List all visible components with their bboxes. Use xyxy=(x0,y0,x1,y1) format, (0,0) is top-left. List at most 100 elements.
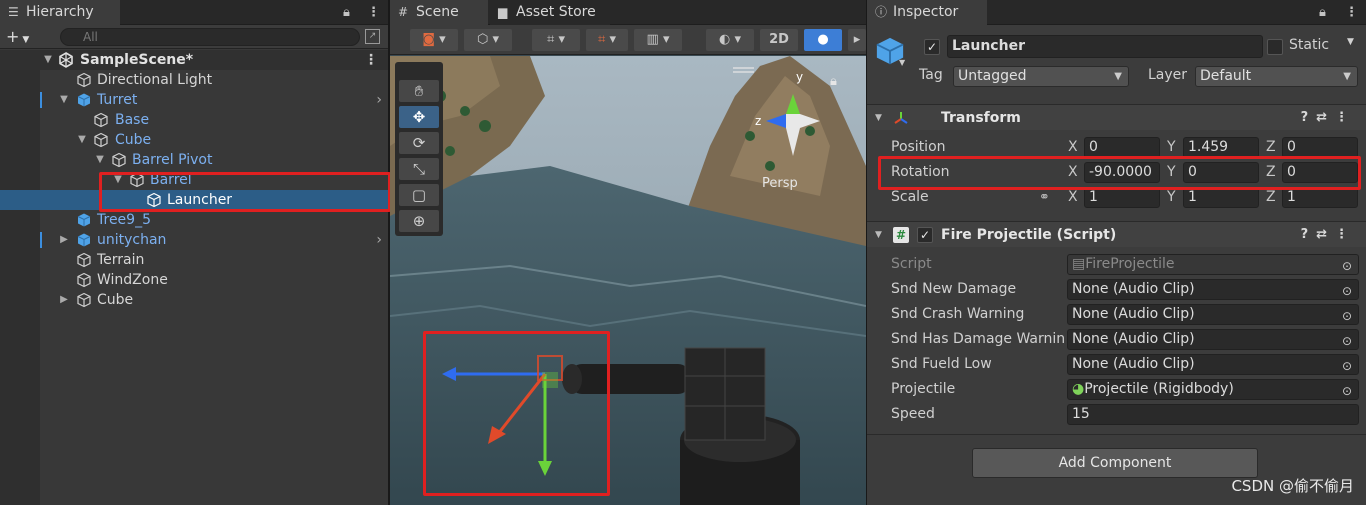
layer-dropdown[interactable]: Default ▼ xyxy=(1195,66,1358,87)
position-y-field[interactable]: 1.459 xyxy=(1183,137,1259,158)
audio-clip-field[interactable]: None (Audio Clip) ⊙ xyxy=(1067,304,1359,325)
transform-tool-icon[interactable]: ⊕ xyxy=(399,210,439,232)
scene-grid-icon: # xyxy=(398,5,409,19)
grid-visibility-dropdown[interactable]: ▥ ▾ xyxy=(634,29,682,51)
rect-tool-icon[interactable]: ▢ xyxy=(399,184,439,206)
script-icon: # xyxy=(893,227,909,243)
audio-clip-field[interactable]: None (Audio Clip) ⊙ xyxy=(1067,329,1359,350)
lighting-toggle-button[interactable]: ● xyxy=(804,29,842,51)
script-component-header[interactable]: ▼ # ✓ Fire Projectile (Script) ?⇄⋮ xyxy=(867,221,1366,247)
hand-tool-icon[interactable]: ✋︎ xyxy=(399,80,439,102)
hierarchy-row-cube-2[interactable]: ▶ Cube xyxy=(0,290,388,310)
move-tool-icon[interactable]: ✥ xyxy=(399,106,439,128)
scale-y-field[interactable]: 1 xyxy=(1183,187,1259,208)
tab-asset-store[interactable]: ▆ Asset Store xyxy=(490,0,610,25)
scale-z-field[interactable]: 1 xyxy=(1282,187,1358,208)
panel-menu-icon[interactable]: ⋮ xyxy=(367,0,380,25)
tab-scene[interactable]: # Scene xyxy=(390,0,488,25)
row-label: Terrain xyxy=(97,252,145,268)
hierarchy-row-barrel-pivot[interactable]: ▼ Barrel Pivot xyxy=(0,150,388,170)
speed-field[interactable]: 15 xyxy=(1067,404,1359,425)
script-enabled-checkbox[interactable]: ✓ xyxy=(917,227,933,243)
expand-arrow-icon[interactable]: ▼ xyxy=(42,50,54,70)
gameobject-cube-icon xyxy=(77,72,91,88)
hierarchy-row-windzone[interactable]: WindZone xyxy=(0,270,388,290)
orientation-icon: ◐ xyxy=(718,32,731,47)
object-picker-icon[interactable]: ⊙ xyxy=(1342,332,1352,349)
draw-mode-dropdown[interactable]: ◙ ▾ xyxy=(410,29,458,51)
audio-clip-field[interactable]: None (Audio Clip) ⊙ xyxy=(1067,279,1359,300)
expand-arrow-icon[interactable]: ▼ xyxy=(76,130,88,150)
component-header-icons[interactable]: ?⇄⋮ xyxy=(1301,105,1356,131)
transform-header[interactable]: ▼ Transform ?⇄⋮ xyxy=(867,104,1366,130)
gameobject-cube-icon xyxy=(77,252,91,268)
collapse-arrow-icon[interactable]: ▼ xyxy=(875,222,882,248)
collapse-arrow-icon[interactable]: ▶ xyxy=(58,290,70,310)
field-label: Snd Crash Warning xyxy=(891,306,1025,322)
lock-icon[interactable]: 🔒︎ xyxy=(343,0,350,25)
persp-label[interactable]: Persp xyxy=(762,176,798,191)
static-label: Static xyxy=(1289,37,1330,53)
position-x-field[interactable]: 0 xyxy=(1084,137,1160,158)
scale-tool-icon[interactable]: ⤡ xyxy=(399,158,439,180)
hierarchy-row-unitychan[interactable]: ▶ unitychan › xyxy=(0,230,388,250)
tab-inspector[interactable]: ⓘ Inspector xyxy=(867,0,987,25)
rotate-tool-icon[interactable]: ⟳ xyxy=(399,132,439,154)
tab-hierarchy[interactable]: ☰ Hierarchy xyxy=(0,0,120,25)
inspector-lock-icon[interactable]: 🔒︎ xyxy=(1319,0,1326,25)
inspector-panel: ⓘ Inspector 🔒︎ ⋮ ▼ ✓ Launcher Static ▼ Ta… xyxy=(867,0,1366,505)
object-picker-icon[interactable]: ⊙ xyxy=(1342,282,1352,299)
scene-panel: # Scene ▆ Asset Store ◙ ▾ ⬡ ▾ ⌗ ▾ ⌗ ▾ ▥ ▾ … xyxy=(390,0,866,505)
hierarchy-row-turret[interactable]: ▼ Turret › xyxy=(0,90,388,110)
expand-icon[interactable]: ↗ xyxy=(365,29,380,44)
gizmo-lock-icon[interactable]: 🔒︎ xyxy=(830,74,837,89)
expand-arrow-icon[interactable]: ▼ xyxy=(58,90,70,110)
object-picker-icon[interactable]: ⊙ xyxy=(1342,382,1352,399)
static-dropdown-arrow[interactable]: ▼ xyxy=(1347,37,1354,47)
hierarchy-row-cube[interactable]: ▼ Cube xyxy=(0,130,388,150)
chevron-right-icon[interactable]: › xyxy=(376,230,382,250)
orientation-dropdown[interactable]: ◐ ▾ xyxy=(706,29,754,51)
tag-dropdown[interactable]: Untagged ▼ xyxy=(953,66,1129,87)
tool-strip: ✋︎ ✥ ⟳ ⤡ ▢ ⊕ xyxy=(395,62,443,236)
snap-increment-dropdown[interactable]: ⌗ ▾ xyxy=(532,29,580,51)
hierarchy-panel: ☰Hierarchy 🔒︎ ⋮ +▼ ⌕ All ↗ ▼ SampleScene… xyxy=(0,0,391,505)
projectile-field[interactable]: ◕Projectile (Rigidbody) ⊙ xyxy=(1067,379,1359,400)
add-component-button[interactable]: Add Component xyxy=(972,448,1258,478)
add-object-button[interactable]: + ▼ xyxy=(6,27,29,46)
grid-snap-icon: ⌗ xyxy=(547,32,555,47)
static-checkbox[interactable] xyxy=(1267,39,1283,55)
hierarchy-search-input[interactable]: All xyxy=(60,28,360,46)
object-picker-icon[interactable]: ⊙ xyxy=(1342,357,1352,374)
expand-arrow-icon[interactable]: ▼ xyxy=(94,150,106,170)
hierarchy-scene-row[interactable]: ▼ SampleScene* ⋮ xyxy=(0,50,388,70)
component-header-icons[interactable]: ?⇄⋮ xyxy=(1301,222,1356,248)
hierarchy-row-directional-light[interactable]: Directional Light xyxy=(0,70,388,90)
row-label: Turret xyxy=(97,92,138,108)
ruler-icon: ▥ xyxy=(646,32,659,47)
toggle-2d-button[interactable]: 2D xyxy=(760,29,798,51)
active-checkbox[interactable]: ✓ xyxy=(924,39,940,55)
grid-icon: ⌗ xyxy=(598,32,606,47)
icon-dropdown-arrow[interactable]: ▼ xyxy=(899,58,905,67)
shading-dropdown[interactable]: ⬡ ▾ xyxy=(464,29,512,51)
audio-clip-field[interactable]: None (Audio Clip) ⊙ xyxy=(1067,354,1359,375)
hierarchy-row-tree[interactable]: Tree9_5 xyxy=(0,210,388,230)
hierarchy-row-base[interactable]: Base xyxy=(0,110,388,130)
inspector-menu-icon[interactable]: ⋮ xyxy=(1345,0,1358,25)
grid-snap-dropdown[interactable]: ⌗ ▾ xyxy=(586,29,628,51)
scene-menu-icon[interactable]: ⋮ xyxy=(364,50,378,70)
collapse-arrow-icon[interactable]: ▼ xyxy=(875,105,882,131)
snd-has-damage-row: Snd Has Damage Warnin None (Audio Clip) ⊙ xyxy=(867,327,1366,352)
collapse-arrow-icon[interactable]: ▶ xyxy=(58,230,70,250)
scale-x-field[interactable]: 1 xyxy=(1084,187,1160,208)
audio-toggle-button[interactable]: ▸ xyxy=(848,29,866,51)
chevron-right-icon[interactable]: › xyxy=(376,90,382,110)
hierarchy-row-terrain[interactable]: Terrain xyxy=(0,250,388,270)
row-label: Tree9_5 xyxy=(97,212,151,228)
position-z-field[interactable]: 0 xyxy=(1282,137,1358,158)
object-name-field[interactable]: Launcher xyxy=(947,35,1263,58)
script-field-row: Script ▤FireProjectile ⊙ xyxy=(867,252,1366,277)
gameobject-cube-icon xyxy=(77,272,91,288)
object-picker-icon[interactable]: ⊙ xyxy=(1342,307,1352,324)
